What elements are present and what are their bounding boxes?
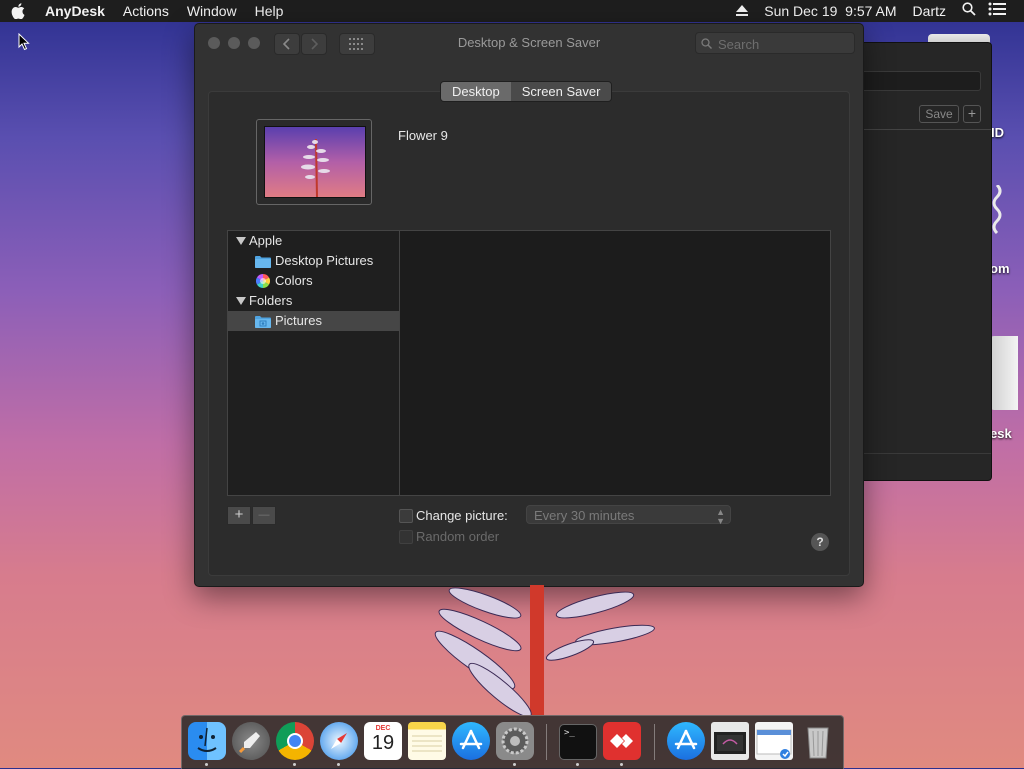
menu-help[interactable]: Help (246, 0, 293, 22)
dock-separator (546, 724, 547, 760)
source-list: Apple Desktop Pictures Colors Folders Pi… (227, 230, 399, 496)
desktop-screen-saver-window: Desktop & Screen Saver Desktop Screen Sa… (194, 23, 864, 587)
source-group-folders[interactable]: Folders (228, 291, 399, 311)
terminal-icon[interactable]: >_ (559, 724, 597, 760)
source-group-apple[interactable]: Apple (228, 231, 399, 251)
help-button[interactable]: ? (811, 533, 829, 551)
eject-icon[interactable] (736, 5, 749, 17)
tab-control: Desktop Screen Saver (440, 81, 613, 102)
source-item-label: Colors (275, 273, 313, 288)
source-item-pictures[interactable]: Pictures (228, 311, 399, 331)
chevron-up-down-icon: ▲ ▼ (716, 507, 725, 526)
close-window-button[interactable] (208, 37, 220, 49)
desktop-label-esk[interactable]: esk (990, 426, 1012, 441)
trash-icon[interactable] (799, 722, 837, 760)
change-picture-checkbox[interactable] (399, 509, 413, 523)
calendar-month: DEC (375, 725, 391, 732)
finder-icon[interactable] (188, 722, 226, 760)
minimize-window-button[interactable] (228, 37, 240, 49)
calendar-day: 19 (371, 732, 395, 754)
show-all-grid-icon[interactable] (339, 33, 375, 55)
notification-center-icon[interactable] (982, 0, 1012, 22)
spotlight-search-icon[interactable] (956, 0, 982, 22)
running-indicator (576, 763, 579, 766)
app-store-download-icon[interactable] (667, 722, 705, 760)
zoom-window-button[interactable] (248, 37, 260, 49)
divider (861, 129, 991, 130)
save-button[interactable]: Save (919, 105, 959, 123)
running-indicator (293, 763, 296, 766)
back-button[interactable] (274, 33, 300, 55)
desktop-preview-thumbnail (256, 119, 372, 205)
notes-icon[interactable] (408, 722, 446, 760)
user-menu[interactable]: Dartz (907, 0, 952, 22)
launchpad-icon[interactable] (232, 722, 270, 760)
app-name-menu[interactable]: AnyDesk (36, 0, 114, 22)
running-indicator (337, 763, 340, 766)
disclosure-triangle-icon[interactable] (236, 296, 246, 305)
menu-bar: AnyDesk Actions Window Help Sun Dec 19 9… (0, 0, 1024, 22)
current-picture-name: Flower 9 (398, 128, 448, 143)
divider (861, 453, 991, 454)
source-item-label: Desktop Pictures (275, 253, 374, 268)
app-store-icon[interactable] (452, 722, 490, 760)
search-input[interactable] (716, 34, 848, 54)
disclosure-triangle-icon[interactable] (236, 236, 246, 245)
system-preferences-icon[interactable] (496, 722, 534, 760)
desktop-label-om[interactable]: om (990, 261, 1010, 276)
add-folder-button[interactable]: + (227, 506, 251, 525)
dock: DEC 19 >_ (181, 715, 844, 769)
menu-window[interactable]: Window (178, 0, 246, 22)
menu-actions[interactable]: Actions (114, 0, 178, 22)
random-order-checkbox[interactable] (399, 530, 413, 544)
interval-select[interactable]: Every 30 minutes ▲ ▼ (526, 505, 731, 526)
remove-folder-button[interactable]: — (252, 506, 276, 525)
source-item-desktop-pictures[interactable]: Desktop Pictures (228, 251, 399, 271)
source-group-label: Folders (249, 293, 293, 308)
pictures-folder-icon (255, 314, 271, 334)
forward-button[interactable] (301, 33, 327, 55)
screenshot-icon[interactable] (755, 722, 793, 760)
random-order-label: Random order (416, 529, 500, 544)
calendar-icon[interactable]: DEC 19 (364, 722, 402, 760)
dock-separator (654, 724, 655, 760)
title-bar[interactable]: Desktop & Screen Saver (195, 24, 863, 62)
change-picture-label: Change picture: (416, 508, 508, 523)
running-indicator (620, 763, 623, 766)
desktop: { "menubar": { "app_name": "AnyDesk", "m… (0, 0, 1024, 769)
running-indicator (205, 763, 208, 766)
apple-menu-icon[interactable] (0, 3, 36, 19)
desktop-squiggle-icon[interactable] (990, 183, 1004, 238)
anydesk-icon[interactable] (603, 722, 641, 760)
background-window-field[interactable] (861, 71, 981, 91)
picture-gallery[interactable] (399, 230, 831, 496)
desktop-wallpaper-flower (390, 585, 680, 718)
source-group-label: Apple (249, 233, 283, 248)
tab-screen-saver[interactable]: Screen Saver (510, 82, 612, 101)
safari-icon[interactable] (320, 722, 358, 760)
tab-desktop[interactable]: Desktop (441, 82, 511, 101)
clock[interactable]: Sun Dec 19 9:57 AM (758, 0, 902, 22)
search-field[interactable] (695, 32, 855, 54)
source-item-label: Pictures (275, 313, 322, 328)
chrome-icon[interactable] (276, 722, 314, 760)
running-indicator (513, 763, 516, 766)
add-button[interactable]: + (963, 105, 981, 123)
desktop-label-id[interactable]: ID (991, 125, 1004, 140)
mouse-cursor-icon (18, 32, 30, 54)
desktop-drive2-icon[interactable] (990, 336, 1018, 410)
flower-image (264, 126, 366, 198)
search-icon (701, 37, 712, 52)
interval-value: Every 30 minutes (534, 508, 635, 523)
background-window[interactable]: Save + (860, 42, 992, 481)
source-item-colors[interactable]: Colors (228, 271, 399, 291)
preview-icon[interactable] (711, 722, 749, 760)
